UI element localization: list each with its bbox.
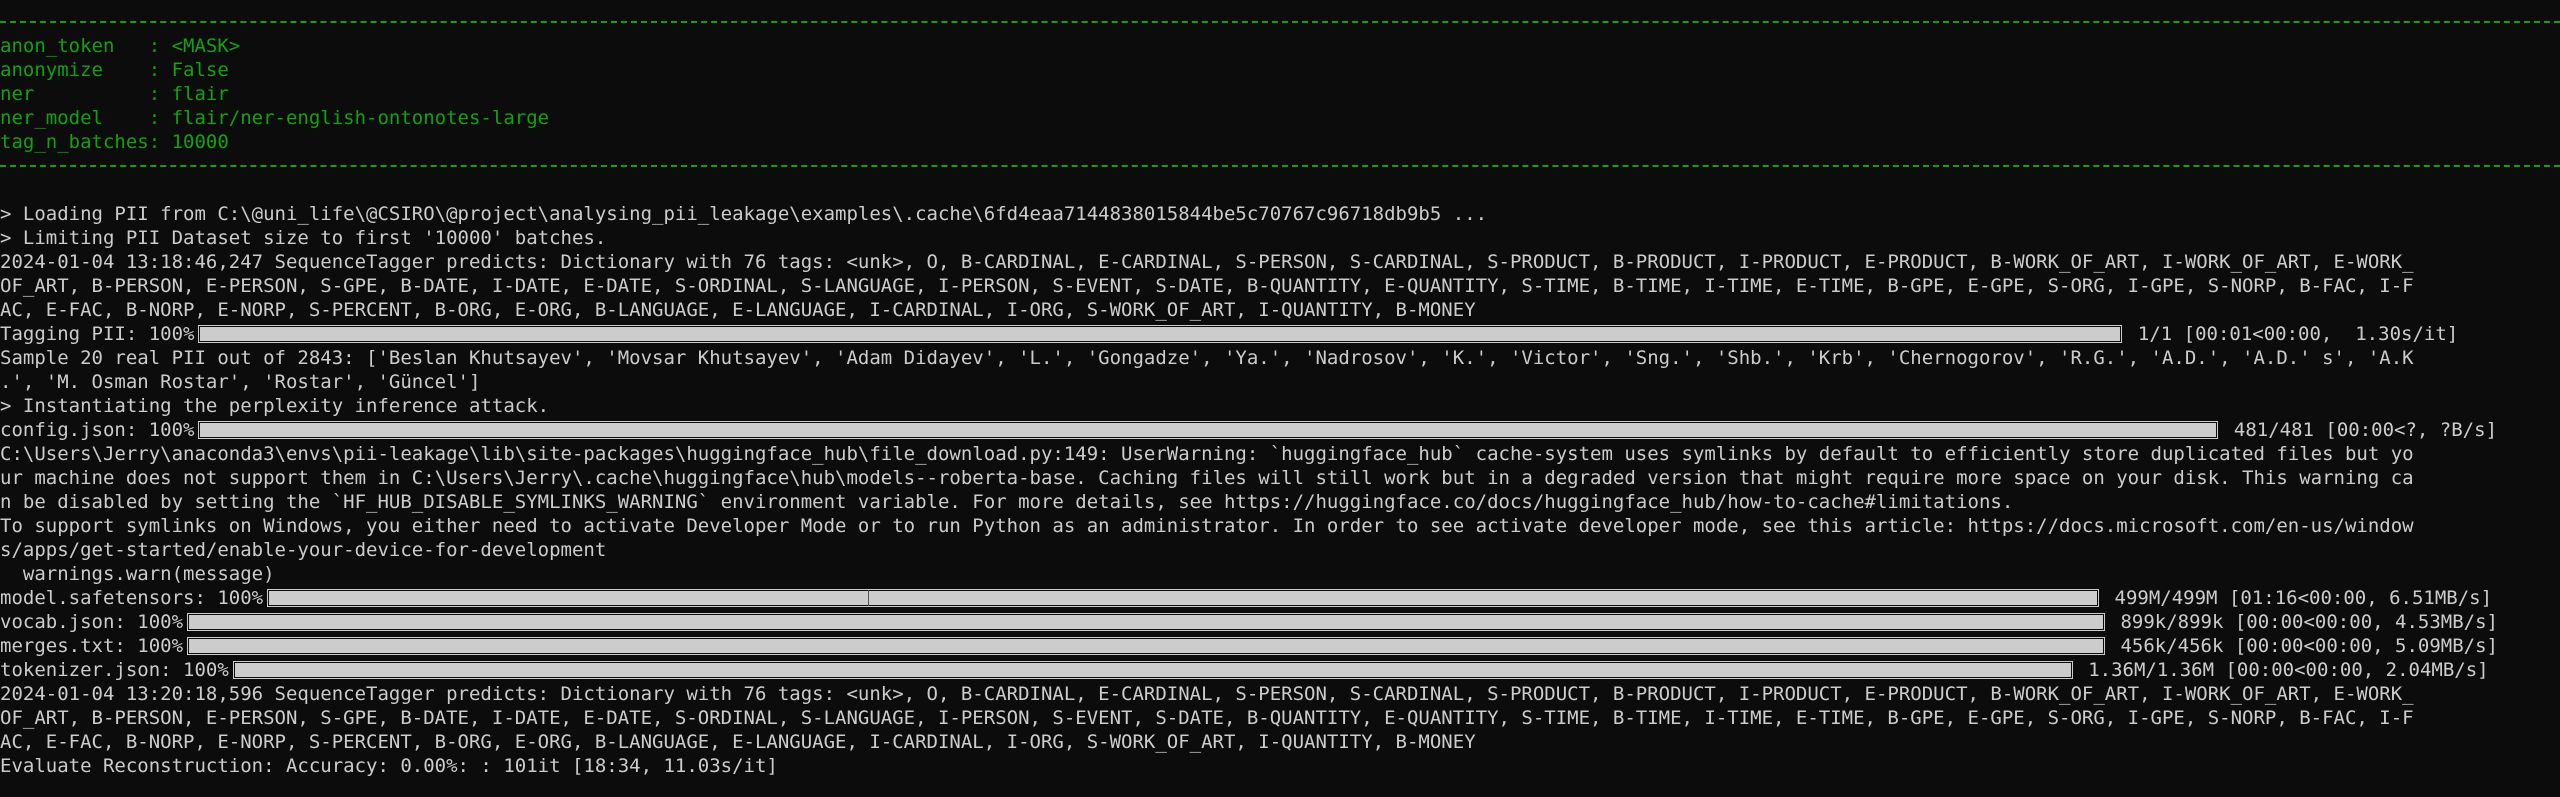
log-user-warning: C:\Users\Jerry\anaconda3\envs\pii-leakag… <box>0 443 2414 465</box>
progress-bar <box>187 637 2106 655</box>
progress-label: config.json: 100% <box>0 419 195 441</box>
log-user-warning: s/apps/get-started/enable-your-device-fo… <box>0 539 607 561</box>
progress-bar-fill <box>234 663 2071 677</box>
terminal-window[interactable]: anon_token : <MASK> anonymize : False ne… <box>0 0 2560 797</box>
progress-label: model.safetensors: 100% <box>0 587 264 609</box>
progress-bar <box>198 325 2123 343</box>
log-evaluate-reconstruction: Evaluate Reconstruction: Accuracy: 0.00%… <box>0 755 778 777</box>
log-instantiating-attack: > Instantiating the perplexity inference… <box>0 395 550 417</box>
progress-stats: 499M/499M [01:16<00:00, 6.51MB/s] <box>2103 587 2493 609</box>
progress-merges-txt: merges.txt: 100% 456k/456k [00:00<00:00,… <box>0 634 2560 658</box>
log-tagger-predicts-2: 2024-01-04 13:20:18,596 SequenceTagger p… <box>0 683 2414 705</box>
log-tagger-predicts-2: OF_ART, B-PERSON, E-PERSON, S-GPE, B-DAT… <box>0 707 2414 729</box>
log-tagger-predicts-1: 2024-01-04 13:18:46,247 SequenceTagger p… <box>0 251 2414 273</box>
log-limiting-dataset: > Limiting PII Dataset size to first '10… <box>0 227 607 249</box>
config-line-tag-n-batches: tag_n_batches: 10000 <box>0 131 229 153</box>
progress-bar-fill <box>189 615 2104 629</box>
progress-bar <box>267 589 2100 607</box>
log-user-warning: ur machine does not support them in C:\U… <box>0 467 2414 489</box>
config-separator-bottom <box>0 154 2560 178</box>
progress-stats: 1/1 [00:01<00:00, 1.30s/it] <box>2126 323 2459 345</box>
progress-bar <box>232 661 2073 679</box>
config-separator-top <box>0 10 2560 34</box>
progress-label: Tagging PII: 100% <box>0 323 195 345</box>
progress-stats: 1.36M/1.36M [00:00<00:00, 2.04MB/s] <box>2076 659 2489 681</box>
progress-model-safetensors: model.safetensors: 100% 499M/499M [01:16… <box>0 586 2560 610</box>
log-user-warning: n be disabled by setting the `HF_HUB_DIS… <box>0 491 2014 513</box>
log-tagger-predicts-2: AC, E-FAC, B-NORP, E-NORP, S-PERCENT, B-… <box>0 731 1476 753</box>
log-sample-pii: Sample 20 real PII out of 2843: ['Beslan… <box>0 347 2414 369</box>
progress-bar-tick <box>868 590 870 606</box>
config-line-ner-model: ner_model : flair/ner-english-ontonotes-… <box>0 107 550 129</box>
config-line-anonymize: anonymize : False <box>0 59 229 81</box>
progress-stats: 899k/899k [00:00<00:00, 4.53MB/s] <box>2109 611 2498 633</box>
progress-bar-fill <box>269 591 2098 605</box>
progress-bar-fill <box>200 327 2121 341</box>
log-tagger-predicts-1: OF_ART, B-PERSON, E-PERSON, S-GPE, B-DAT… <box>0 275 2414 297</box>
log-loading-pii: > Loading PII from C:\@uni_life\@CSIRO\@… <box>0 203 1488 225</box>
progress-label: merges.txt: 100% <box>0 635 184 657</box>
config-line-anon-token: anon_token : <MASK> <box>0 35 241 57</box>
progress-config-json: config.json: 100% 481/481 [00:00<?, ?B/s… <box>0 418 2560 442</box>
log-tagger-predicts-1: AC, E-FAC, B-NORP, E-NORP, S-PERCENT, B-… <box>0 299 1476 321</box>
log-user-warning: To support symlinks on Windows, you eith… <box>0 515 2414 537</box>
log-sample-pii: .', 'M. Osman Rostar', 'Rostar', 'Güncel… <box>0 371 481 393</box>
config-line-ner: ner : flair <box>0 83 229 105</box>
progress-bar <box>198 421 2219 439</box>
progress-tokenizer-json: tokenizer.json: 100% 1.36M/1.36M [00:00<… <box>0 658 2560 682</box>
progress-stats: 456k/456k [00:00<00:00, 5.09MB/s] <box>2109 635 2498 657</box>
progress-bar-fill <box>189 639 2104 653</box>
progress-label: vocab.json: 100% <box>0 611 184 633</box>
progress-bar-fill <box>200 423 2217 437</box>
progress-stats: 481/481 [00:00<?, ?B/s] <box>2222 419 2498 441</box>
progress-tagging-pii: Tagging PII: 100% 1/1 [00:01<00:00, 1.30… <box>0 322 2560 346</box>
progress-vocab-json: vocab.json: 100% 899k/899k [00:00<00:00,… <box>0 610 2560 634</box>
log-warnings-warn: warnings.warn(message) <box>0 563 275 585</box>
progress-bar <box>187 613 2106 631</box>
